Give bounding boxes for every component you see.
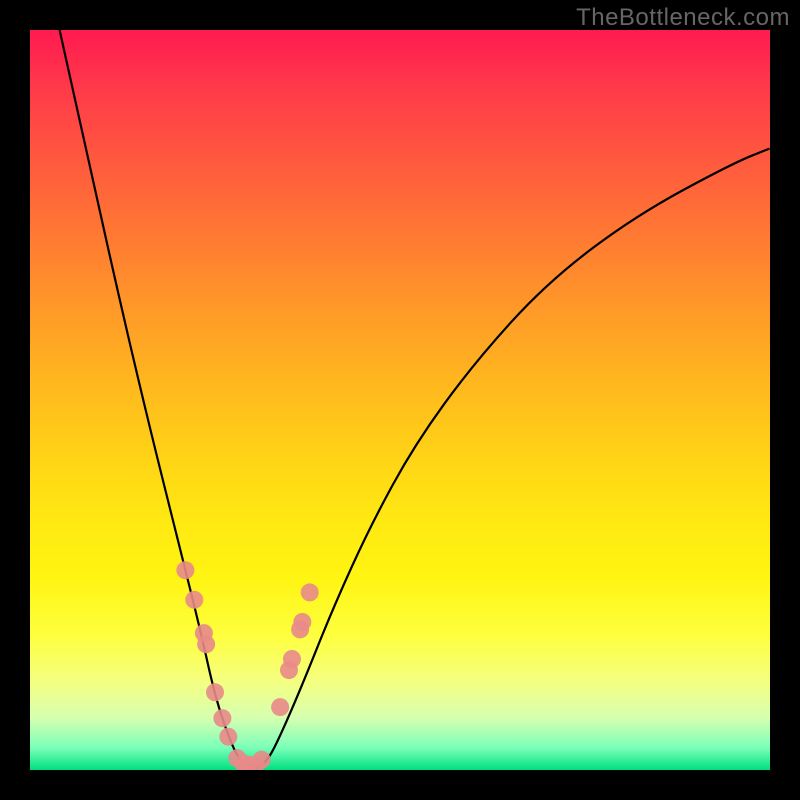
chart-frame: TheBottleneck.com — [0, 0, 800, 800]
marker-dot — [213, 709, 231, 727]
bottleneck-curve — [60, 30, 770, 768]
marker-dot — [185, 591, 203, 609]
plot-area — [30, 30, 770, 770]
marker-dot — [283, 650, 301, 668]
watermark-text: TheBottleneck.com — [576, 4, 790, 32]
marker-dot — [253, 751, 271, 769]
marker-dot — [176, 561, 194, 579]
marker-dot — [271, 698, 289, 716]
marker-dot — [219, 728, 237, 746]
marker-dot — [197, 635, 215, 653]
data-markers — [176, 561, 318, 770]
marker-dot — [206, 683, 224, 701]
chart-svg — [30, 30, 770, 770]
marker-dot — [301, 583, 319, 601]
marker-dot — [293, 613, 311, 631]
